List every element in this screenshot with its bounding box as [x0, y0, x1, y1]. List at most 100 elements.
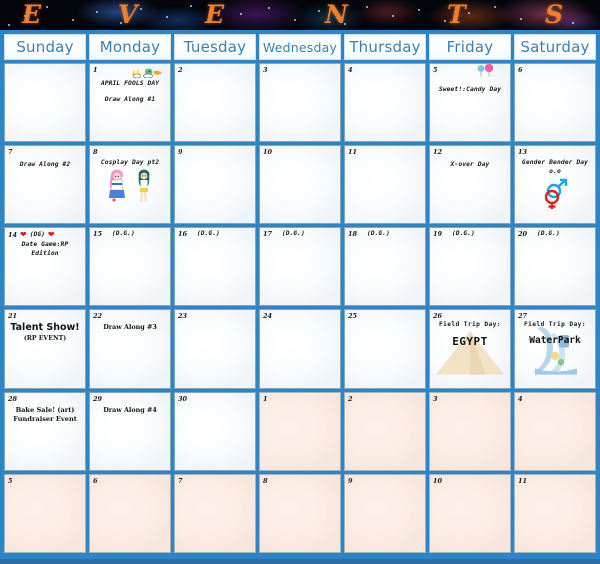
day-cell-12[interactable]: 12 X-over Day	[429, 145, 511, 225]
day-number: 23	[178, 312, 188, 321]
day-cell-27[interactable]: 27 Field Trip Day: WaterPark	[514, 309, 596, 389]
day-cell-8[interactable]: 8 Cosplay Day pt2	[89, 145, 171, 225]
day-cell-16[interactable]: 16 (D.G.)	[174, 227, 256, 307]
weekday-header-row: Sunday Monday Tuesday Wednesday Thursday…	[4, 34, 596, 60]
day-cell-18[interactable]: 18 (D.G.)	[344, 227, 426, 307]
day-cell-2[interactable]: 2	[174, 63, 256, 143]
gender-symbols-icon	[518, 178, 592, 210]
day-cell-next-10[interactable]: 10	[429, 473, 511, 553]
week-row-1: 1 APRIL FOOLS DAY Draw Along #1 2 3 4 5 …	[4, 63, 596, 143]
day-cell-next-6[interactable]: 6	[89, 473, 171, 553]
day-cell-next-9[interactable]: 9	[344, 473, 426, 553]
day-cell-19[interactable]: 19 (D.G.)	[429, 227, 511, 307]
event-text: (DG)	[29, 231, 45, 239]
day-cell-10[interactable]: 10	[259, 145, 341, 225]
weekday-wednesday: Wednesday	[259, 34, 341, 60]
day-number: 11	[518, 476, 528, 485]
day-cell-4[interactable]: 4	[344, 63, 426, 143]
calendar-grid: 1 APRIL FOOLS DAY Draw Along #1 2 3 4 5 …	[4, 63, 596, 553]
day-cell-11[interactable]: 11	[344, 145, 426, 225]
day-cell-next-8[interactable]: 8	[259, 473, 341, 553]
day-number: 29	[93, 394, 103, 403]
event-text: Draw Along #3	[103, 323, 157, 332]
event-text: (D.G.)	[367, 230, 390, 238]
day-number: 22	[93, 312, 103, 321]
event-text: Field Trip Day:	[524, 321, 586, 329]
day-number: 1	[263, 394, 268, 403]
events-banner: E V E N T S	[0, 0, 600, 30]
week-row-6: 5 6 7 8 9 10 11	[4, 473, 596, 553]
day-cell-26[interactable]: 26 Field Trip Day: EGYPT	[429, 309, 511, 389]
day-number: 14	[8, 230, 18, 239]
day-cell-6[interactable]: 6	[514, 63, 596, 143]
cosplay-girl-green-icon	[134, 169, 154, 208]
day-cell-21[interactable]: 21 Talent Show! (RP EVENT)	[4, 309, 86, 389]
day-cell-30[interactable]: 30	[174, 391, 256, 471]
day-number: 8	[263, 476, 268, 485]
event-text: Sweet!:Candy Day	[438, 86, 502, 93]
weekday-monday: Monday	[89, 34, 171, 60]
banner-letter-2: V	[118, 0, 138, 29]
event-text: (RP EVENT)	[23, 335, 67, 343]
day-number: 28	[8, 394, 18, 403]
day-cell-20[interactable]: 20 (D.G.)	[514, 227, 596, 307]
day-cell-empty[interactable]	[4, 63, 86, 143]
lollipop-blue-icon	[476, 64, 496, 82]
banner-letter-5: T	[447, 0, 466, 29]
day-cell-22[interactable]: 22 Draw Along #3	[89, 309, 171, 389]
day-cell-next-7[interactable]: 7	[174, 473, 256, 553]
day-number: 7	[178, 476, 183, 485]
day-cell-next-3[interactable]: 3	[429, 391, 511, 471]
event-text: Bake Sale! (art)	[15, 405, 75, 414]
day-cell-29[interactable]: 29 Draw Along #4	[89, 391, 171, 471]
event-text: Fundraiser Event	[13, 415, 77, 424]
event-text: Talent Show!	[10, 322, 80, 334]
weekday-friday: Friday	[429, 34, 511, 60]
event-text: (D.G.)	[197, 230, 220, 238]
day-number: 10	[263, 148, 273, 157]
event-text: Cosplay Day pt2	[100, 159, 160, 167]
cosplay-girl-pink-icon	[106, 169, 128, 208]
event-text: (D.G.)	[452, 230, 475, 238]
day-cell-9[interactable]: 9	[174, 145, 256, 225]
week-row-3: 14 ❤ (DG) ❤ Date Game:RP Edition 15 (D.G…	[4, 227, 596, 307]
day-number: 4	[348, 66, 353, 74]
day-cell-1[interactable]: 1 APRIL FOOLS DAY Draw Along #1	[89, 63, 171, 143]
day-cell-28[interactable]: 28 Bake Sale! (art) Fundraiser Event	[4, 391, 86, 471]
weekday-thursday: Thursday	[344, 34, 426, 60]
chick-icon	[130, 65, 164, 83]
week-row-5: 28 Bake Sale! (art) Fundraiser Event 29 …	[4, 391, 596, 471]
day-cell-7[interactable]: 7 Draw Along #2	[4, 145, 86, 225]
event-text: Draw Along #4	[103, 405, 157, 414]
event-text: Gender Bender Day o.o	[521, 159, 589, 176]
banner-letter-1: E	[22, 0, 42, 29]
day-cell-17[interactable]: 17 (D.G.)	[259, 227, 341, 307]
day-cell-23[interactable]: 23	[174, 309, 256, 389]
banner-title: E V E N T S	[0, 0, 600, 30]
day-number: 9	[348, 476, 353, 485]
day-cell-next-5[interactable]: 5	[4, 473, 86, 553]
heart-icon: ❤	[47, 229, 55, 239]
event-text: (D.G.)	[537, 230, 560, 238]
day-cell-next-11[interactable]: 11	[514, 473, 596, 553]
day-number: 13	[518, 148, 528, 157]
weekday-saturday: Saturday	[514, 34, 596, 60]
day-cell-15[interactable]: 15 (D.G.)	[89, 227, 171, 307]
day-cell-3[interactable]: 3	[259, 63, 341, 143]
day-number: 25	[348, 312, 358, 321]
day-number: 8	[93, 148, 98, 157]
day-cell-25[interactable]: 25	[344, 309, 426, 389]
day-cell-24[interactable]: 24	[259, 309, 341, 389]
day-number: 2	[348, 394, 353, 403]
day-cell-next-1[interactable]: 1	[259, 391, 341, 471]
calendar-frame: Sunday Monday Tuesday Wednesday Thursday…	[0, 30, 600, 559]
day-number: 6	[518, 66, 523, 74]
day-number: 30	[178, 394, 188, 403]
day-cell-5[interactable]: 5 Sweet!:Candy Day	[429, 63, 511, 143]
day-cell-next-4[interactable]: 4	[514, 391, 596, 471]
day-cell-13[interactable]: 13 Gender Bender Day o.o	[514, 145, 596, 225]
banner-letter-4: N	[325, 0, 348, 29]
day-cell-next-2[interactable]: 2	[344, 391, 426, 471]
day-cell-14[interactable]: 14 ❤ (DG) ❤ Date Game:RP Edition	[4, 227, 86, 307]
day-number: 21	[8, 312, 18, 321]
